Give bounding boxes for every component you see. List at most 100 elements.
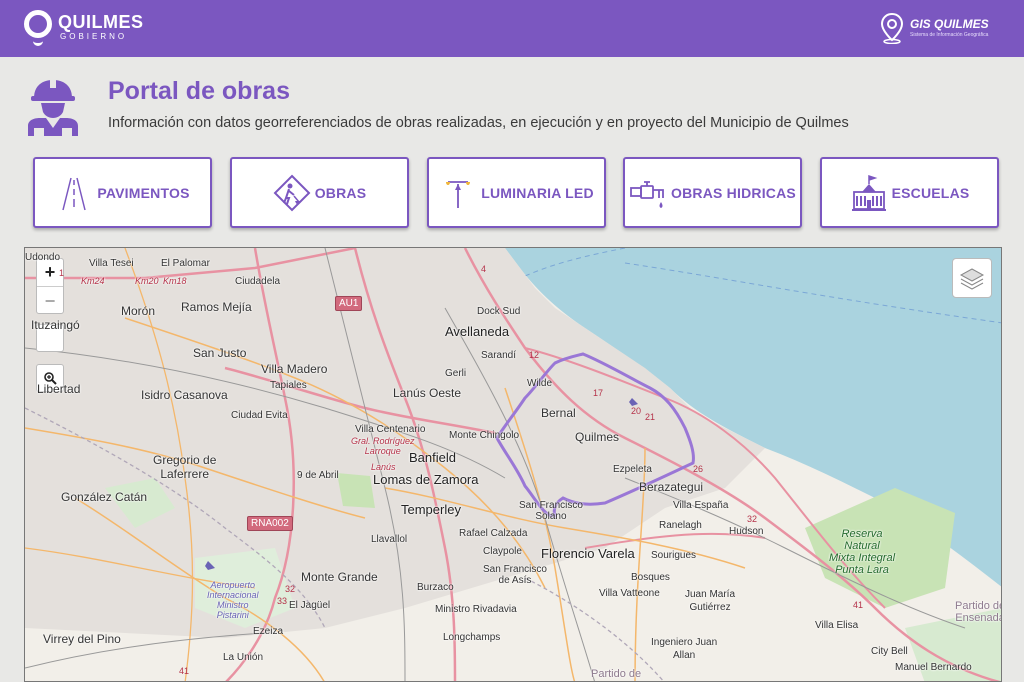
map-label: Bosques <box>631 572 670 583</box>
construction-worker-icon <box>273 174 311 211</box>
map-label: Florencio Varela <box>541 546 635 561</box>
map-label: Virrey del Pino <box>43 632 121 646</box>
map-label: Udondo <box>25 252 61 263</box>
map-label: Sarandí <box>481 350 517 361</box>
map-label: Longchamps <box>443 632 501 643</box>
map-label: Quilmes <box>575 430 620 444</box>
map-label: Gral. Rodríguez Larroque <box>351 436 415 456</box>
map-label: Ciudadela <box>235 276 281 287</box>
map-label: Berazategui <box>639 480 704 494</box>
map-label: El Jagüel <box>289 600 331 611</box>
quilmes-logo[interactable]: QUILMES GOBIERNO <box>24 10 144 48</box>
map-label: Tapiales <box>270 380 307 391</box>
map-label: Manuel Bernardo <box>895 662 972 673</box>
route-number: 33 <box>277 596 288 606</box>
map-label: Burzaco <box>417 582 454 593</box>
map-label: San Francisco Solano <box>519 500 583 522</box>
route-number: 41 <box>179 666 190 676</box>
page-subtitle: Información con datos georreferenciados … <box>108 115 849 131</box>
street-lamp-icon <box>446 180 471 208</box>
map-label: Aeropuerto Internacional Ministro Pistar… <box>207 580 259 620</box>
map-label: Avellaneda <box>445 324 510 339</box>
map-label: Isidro Casanova <box>141 388 228 402</box>
map-label: Banfield <box>409 450 456 465</box>
layers-icon <box>959 268 985 290</box>
map-label: Ministro Rivadavia <box>435 604 517 615</box>
map-label: Monte Grande <box>301 570 378 584</box>
gis-quilmes-logo[interactable]: GIS QUILMES Sistema de Información Geogr… <box>880 12 1000 46</box>
map-label: Wilde <box>527 378 553 389</box>
map-label: Ciudad Evita <box>231 410 288 421</box>
map-label: Villa Madero <box>261 362 328 376</box>
obras-hidricas-label: OBRAS HIDRICAS <box>671 184 796 201</box>
map-label: Partido de Ensenada <box>955 600 1002 624</box>
map-label: Juan María Gutiérrez <box>685 589 736 613</box>
logo-subtitle: GOBIERNO <box>60 32 128 41</box>
map-label: Lomas de Zamora <box>373 472 479 487</box>
map-label: Morón <box>121 304 156 318</box>
map-label: Km24 <box>81 276 105 286</box>
route-shield: AU1 <box>335 296 363 311</box>
map-label: Km18 <box>163 276 187 286</box>
obras-hidricas-button[interactable]: OBRAS HIDRICAS <box>623 157 802 228</box>
escuelas-label: ESCUELAS <box>891 184 970 201</box>
route-number: 21 <box>645 412 656 422</box>
map-label: Lanús <box>371 462 396 472</box>
map-label: Reserva Natural Mixta Integral Punta Lar… <box>829 528 896 576</box>
map-label: Dock Sud <box>477 306 521 317</box>
map-label: Ituzaingó <box>31 318 80 332</box>
luminaria-led-label: LUMINARIA LED <box>481 184 594 201</box>
obras-button[interactable]: OBRAS <box>230 157 409 228</box>
map-label: Ramos Mejía <box>181 300 252 314</box>
map-label: Villa Centenario <box>355 424 426 435</box>
route-number: 32 <box>747 514 758 524</box>
route-number: 12 <box>529 350 540 360</box>
construction-worker-icon <box>28 78 78 136</box>
map-label: City Bell <box>871 646 908 657</box>
map-label: Ranelagh <box>659 520 702 531</box>
water-tap-icon <box>630 180 664 208</box>
map-label: La Unión <box>223 652 264 663</box>
map-label: Bernal <box>541 406 576 420</box>
layers-button[interactable] <box>952 258 992 298</box>
school-building-icon <box>851 174 886 211</box>
route-number: 20 <box>631 406 642 416</box>
map-label: Gregorio de Laferrere <box>153 453 217 481</box>
gis-title: GIS QUILMES <box>910 17 989 31</box>
route-shield: RNA002 <box>247 516 293 531</box>
road-icon <box>62 177 87 210</box>
luminaria-led-button[interactable]: LUMINARIA LED <box>427 157 606 228</box>
page-title: Portal de obras <box>108 77 290 105</box>
map-label: Villa Vatteone <box>599 588 660 599</box>
route-number: 41 <box>853 600 864 610</box>
map-label: Rafael Calzada <box>459 528 528 539</box>
pavimentos-button[interactable]: PAVIMENTOS <box>33 157 212 228</box>
map-label: Monte Chingolo <box>449 430 520 441</box>
map-label: González Catán <box>61 490 148 504</box>
logo-name: QUILMES <box>58 12 144 32</box>
map-label: Llavallol <box>371 534 408 545</box>
map-label: Gerli <box>445 368 467 379</box>
map-label: Partido de <box>591 668 642 680</box>
map-label: Temperley <box>401 502 461 517</box>
map-label: Ezeiza <box>253 626 284 637</box>
obras-label: OBRAS <box>314 184 367 201</box>
route-number: 32 <box>285 584 296 594</box>
map-view[interactable]: + − Udondo Villa Tesei El Palomar Km24 K… <box>24 247 1002 682</box>
map-label: Libertad <box>37 382 81 396</box>
map-label: Villa Elisa <box>815 620 859 631</box>
map-label: Ingeniero Juan Allan <box>651 637 718 661</box>
zoom-control: + − <box>36 258 64 314</box>
map-label: El Palomar <box>161 258 210 269</box>
escuelas-button[interactable]: ESCUELAS <box>820 157 999 228</box>
zoom-out-button[interactable]: − <box>37 287 63 315</box>
route-number: 26 <box>693 464 704 474</box>
map-label: Ezpeleta <box>613 464 652 475</box>
map-label: Villa Tesei <box>89 258 134 269</box>
route-number: 1 <box>59 268 65 278</box>
top-bar: QUILMES GOBIERNO GIS QUILMES Sistema de … <box>0 0 1024 57</box>
map-label: 9 de Abril <box>297 470 339 481</box>
gis-subtitle: Sistema de Información Geográfica <box>910 32 989 38</box>
map-label: Hudson <box>729 526 764 537</box>
map-label: Villa España <box>673 500 729 511</box>
